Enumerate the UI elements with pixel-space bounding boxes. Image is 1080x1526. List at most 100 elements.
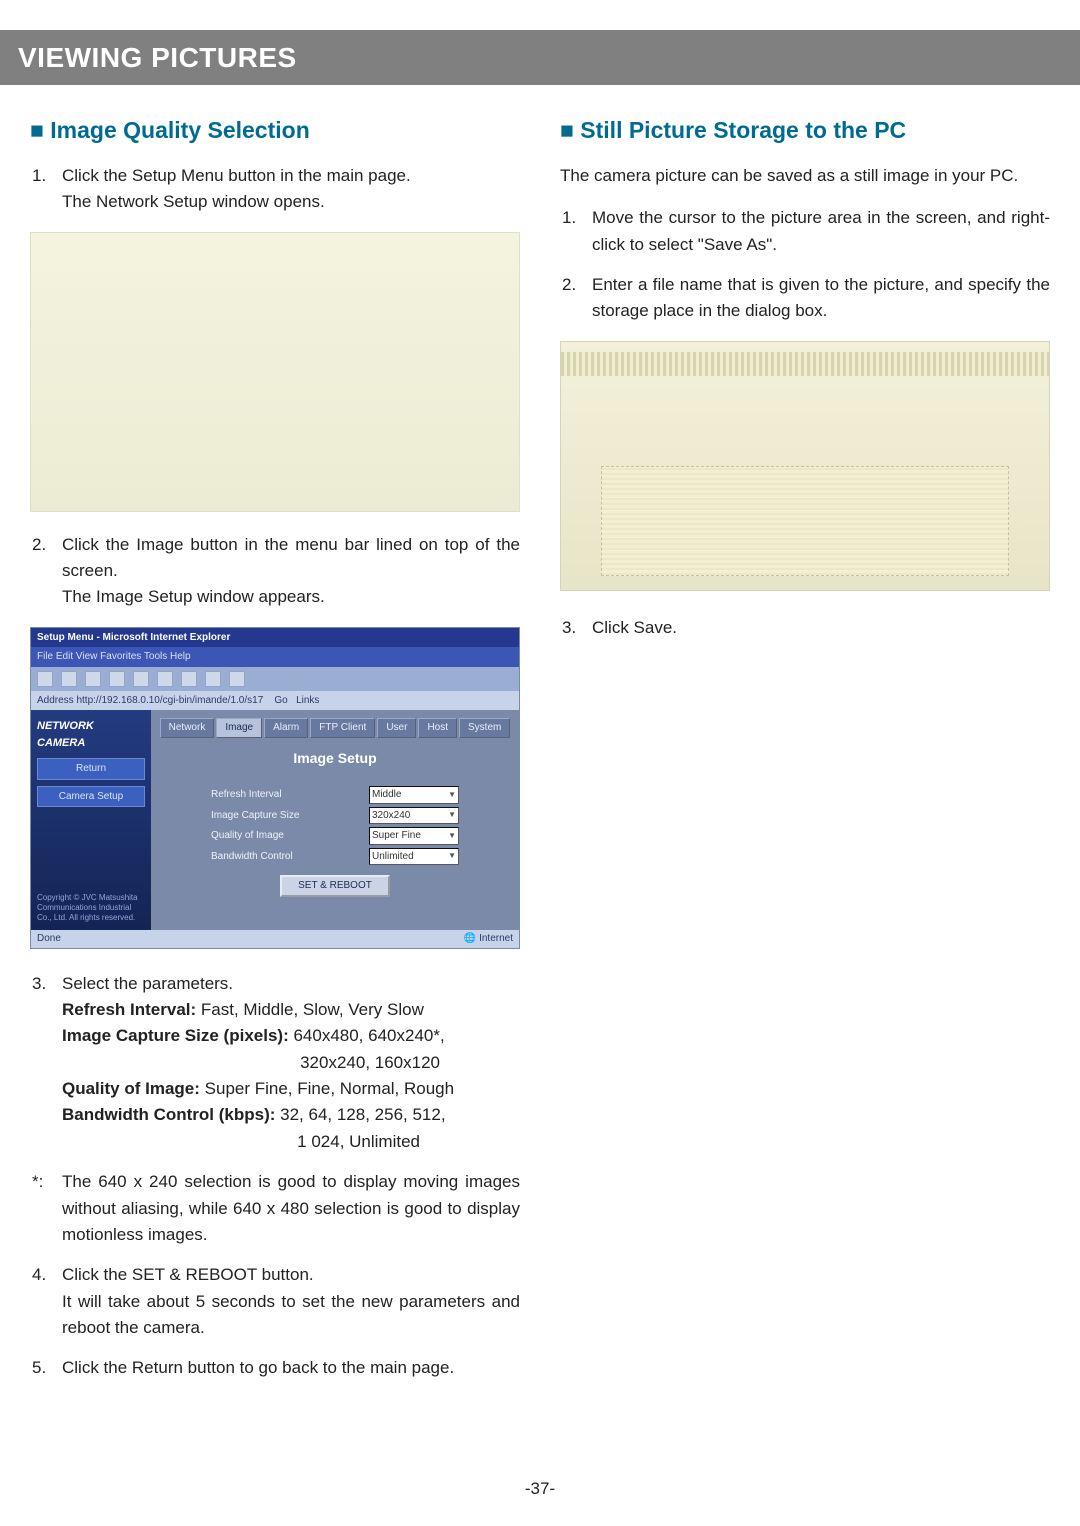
search-icon[interactable] [133,671,149,687]
label-refresh-interval: Refresh Interval [211,787,369,803]
param-values: 1 024, Unlimited [62,1129,520,1155]
sidebar-return-button[interactable]: Return [37,758,145,780]
address-label: Address [37,695,74,706]
param-values: 32, 64, 128, 256, 512, [275,1105,445,1124]
print-icon[interactable] [229,671,245,687]
panel-title: Image Setup [151,738,519,780]
tab-host[interactable]: Host [418,718,457,738]
home-icon[interactable] [109,671,125,687]
history-icon[interactable] [181,671,197,687]
sidebar: NETWORK CAMERA Return Camera Setup Copyr… [31,710,151,930]
row-refresh-interval: Refresh Interval Middle▼ [211,786,459,804]
param-values: Fast, Middle, Slow, Very Slow [196,1000,424,1019]
left-note: *: The 640 x 240 selection is good to di… [32,1169,520,1248]
step-text: Click the SET & REBOOT button. [62,1265,314,1284]
decorative-inner [601,466,1009,576]
param-values: 320x240, 160x120 [62,1050,520,1076]
right-step-1: 1. Move the cursor to the picture area i… [562,205,1050,258]
param-label: Image Capture Size (pixels): [62,1026,289,1045]
screenshot-placeholder-1 [30,232,520,512]
window-toolbar[interactable] [31,667,519,691]
step-marker: 4. [32,1262,62,1341]
param-label: Refresh Interval: [62,1000,196,1019]
section-title-left: ■ Image Quality Selection [30,113,520,149]
step-marker: 1. [562,205,592,258]
step-text: It will take about 5 seconds to set the … [62,1292,520,1337]
step-text: Enter a file name that is given to the p… [592,272,1050,325]
select-refresh-interval[interactable]: Middle▼ [369,786,459,804]
step-text: The Network Setup window opens. [62,192,325,211]
tab-ftp-client[interactable]: FTP Client [310,718,375,738]
stop-icon[interactable] [61,671,77,687]
label-bandwidth-control: Bandwidth Control [211,849,369,865]
set-reboot-button[interactable]: SET & REBOOT [280,875,390,897]
mail-icon[interactable] [205,671,221,687]
window-menubar[interactable]: File Edit View Favorites Tools Help [31,647,519,667]
page-number: -37- [0,1476,1080,1502]
note-marker: *: [32,1169,62,1248]
chevron-down-icon: ▼ [448,809,456,821]
status-bar: Done 🌐 Internet [31,930,519,948]
param-label: Bandwidth Control (kbps): [62,1105,275,1124]
step-text: Move the cursor to the picture area in t… [592,205,1050,258]
select-quality-of-image[interactable]: Super Fine▼ [369,827,459,845]
step-text: Click Save. [592,615,1050,641]
window-title: Setup Menu - Microsoft Internet Explorer [31,628,519,648]
left-step-1: 1. Click the Setup Menu button in the ma… [32,163,520,216]
decorative-band [561,352,1049,376]
address-bar[interactable]: Address http://192.168.0.10/cgi-bin/iman… [31,691,519,711]
step-text: Click the Setup Menu button in the main … [62,166,411,185]
chevron-down-icon: ▼ [448,830,456,842]
step-text: Select the parameters. [62,974,233,993]
step-marker: 5. [32,1355,62,1381]
select-image-capture-size[interactable]: 320x240▼ [369,807,459,825]
status-right: 🌐 Internet [464,931,513,947]
refresh-icon[interactable] [85,671,101,687]
step-marker: 3. [562,615,592,641]
select-bandwidth-control[interactable]: Unlimited▼ [369,848,459,866]
chevron-down-icon: ▼ [448,850,456,862]
tab-user[interactable]: User [377,718,416,738]
page-columns: ■ Image Quality Selection 1. Click the S… [0,109,1080,1397]
tab-bar: Network Image Alarm FTP Client User Host… [151,710,519,738]
left-step-2: 2. Click the Image button in the menu ba… [32,532,520,611]
links-button[interactable]: Links [296,695,319,706]
image-setup-form: Refresh Interval Middle▼ Image Capture S… [151,779,519,905]
status-left: Done [37,931,61,947]
tab-image[interactable]: Image [216,718,262,738]
right-column: ■ Still Picture Storage to the PC The ca… [560,109,1050,1397]
step-marker: 2. [32,532,62,611]
sidebar-logo: NETWORK CAMERA [37,718,145,752]
step-marker: 3. [32,971,62,1155]
chevron-down-icon: ▼ [448,789,456,801]
row-bandwidth-control: Bandwidth Control Unlimited▼ [211,848,459,866]
favorites-icon[interactable] [157,671,173,687]
right-lead: The camera picture can be saved as a sti… [560,163,1050,189]
section-title-right: ■ Still Picture Storage to the PC [560,113,1050,149]
sidebar-copyright: Copyright © JVC Matsushita Communication… [37,893,145,922]
label-quality-of-image: Quality of Image [211,828,369,844]
tab-network[interactable]: Network [160,718,215,738]
image-setup-screenshot: Setup Menu - Microsoft Internet Explorer… [30,627,520,949]
right-step-3: 3. Click Save. [562,615,1050,641]
go-button[interactable]: Go [274,695,287,706]
screenshot-placeholder-2 [560,341,1050,591]
param-values: Super Fine, Fine, Normal, Rough [200,1079,454,1098]
left-step-4: 4. Click the SET & REBOOT button. It wil… [32,1262,520,1341]
left-column: ■ Image Quality Selection 1. Click the S… [30,109,520,1397]
step-marker: 2. [562,272,592,325]
page-banner: VIEWING PICTURES [0,30,1080,85]
param-values: 640x480, 640x240*, [289,1026,445,1045]
sidebar-camera-setup-button[interactable]: Camera Setup [37,786,145,808]
left-step-3: 3. Select the parameters. Refresh Interv… [32,971,520,1155]
label-image-capture-size: Image Capture Size [211,808,369,824]
tab-alarm[interactable]: Alarm [264,718,308,738]
step-text: The Image Setup window appears. [62,587,325,606]
address-value: http://192.168.0.10/cgi-bin/imande/1.0/s… [76,695,263,706]
row-quality-of-image: Quality of Image Super Fine▼ [211,827,459,845]
row-image-capture-size: Image Capture Size 320x240▼ [211,807,459,825]
right-step-2: 2. Enter a file name that is given to th… [562,272,1050,325]
param-label: Quality of Image: [62,1079,200,1098]
tab-system[interactable]: System [459,718,510,738]
back-icon[interactable] [37,671,53,687]
